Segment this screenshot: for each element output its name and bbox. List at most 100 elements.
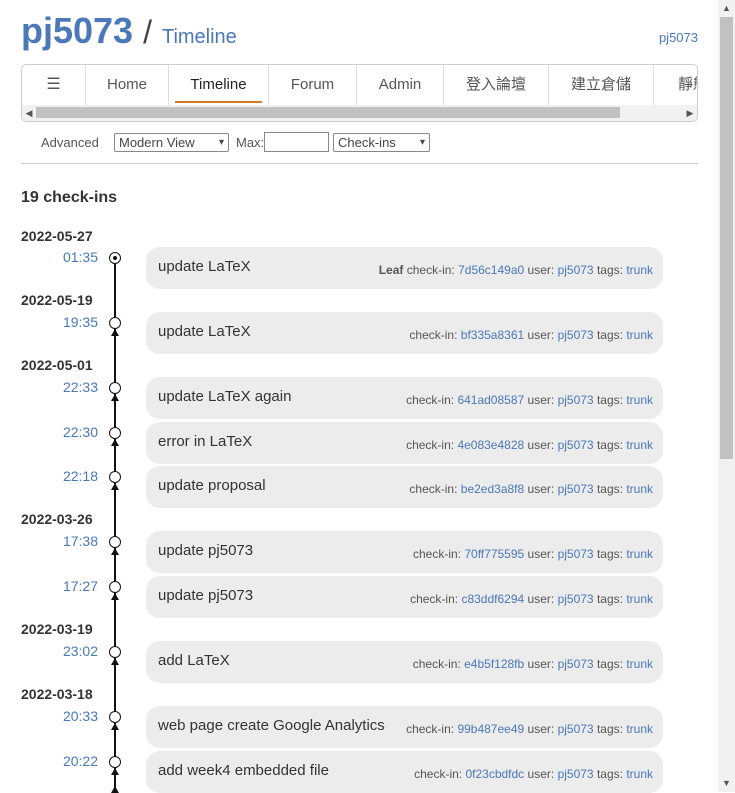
user-link[interactable]: pj5073 bbox=[558, 722, 594, 736]
vertical-scroll-thumb[interactable] bbox=[720, 17, 733, 459]
menu-item-admin[interactable]: Admin bbox=[357, 65, 444, 105]
checkin-time-link[interactable]: 20:33 bbox=[21, 708, 98, 724]
checkin-hash-link[interactable]: be2ed3a8f8 bbox=[461, 482, 524, 496]
menu-horizontal-scrollbar[interactable]: ◀ ▶ bbox=[22, 105, 697, 121]
checkin-message: update LaTeX bbox=[158, 323, 251, 340]
checkin-node-icon[interactable] bbox=[109, 646, 121, 658]
user-link[interactable]: pj5073 bbox=[558, 657, 594, 671]
max-input[interactable] bbox=[264, 132, 329, 152]
main-menu: ☰ Home Timeline Forum Admin 登入論壇 建立倉儲 靜態… bbox=[21, 64, 698, 122]
checkin-time-link[interactable]: 20:22 bbox=[21, 753, 98, 769]
vertical-scrollbar[interactable]: ▲ ▼ bbox=[718, 0, 735, 792]
user-link[interactable]: pj5073 bbox=[558, 263, 594, 277]
checkin-time-link[interactable]: 22:18 bbox=[21, 468, 98, 484]
tags-label: tags: bbox=[596, 722, 623, 736]
tags-label: tags: bbox=[596, 438, 623, 452]
checkin-entry[interactable]: update pj5073 check-in: c83ddf6294 user: … bbox=[146, 576, 663, 618]
scroll-right-icon[interactable]: ▶ bbox=[683, 105, 697, 121]
checkin-time-link[interactable]: 23:02 bbox=[21, 643, 98, 659]
checkin-entry[interactable]: error in LaTeX check-in: 4e083e4828 user:… bbox=[146, 422, 663, 464]
menu-scroll-thumb[interactable] bbox=[36, 107, 620, 118]
scroll-left-icon[interactable]: ◀ bbox=[22, 105, 36, 121]
checkin-meta: check-in: c83ddf6294 user: pj5073 tags: … bbox=[410, 592, 653, 606]
checkin-entry[interactable]: add LaTeX check-in: e4b5f128fb user: pj50… bbox=[146, 641, 663, 683]
checkin-hash-link[interactable]: 4e083e4828 bbox=[457, 438, 524, 452]
menu-item-forum[interactable]: Forum bbox=[269, 65, 357, 105]
checkin-entry[interactable]: add week4 embedded file check-in: 0f23cbd… bbox=[146, 751, 663, 793]
tag-link[interactable]: trunk bbox=[626, 393, 653, 407]
arrow-up-icon bbox=[111, 723, 119, 730]
tag-link[interactable]: trunk bbox=[626, 482, 653, 496]
tags-label: tags: bbox=[596, 767, 623, 781]
checkin-entry[interactable]: update proposal check-in: be2ed3a8f8 user… bbox=[146, 466, 663, 508]
checkin-hash-link[interactable]: 641ad08587 bbox=[457, 393, 524, 407]
checkin-label: check-in: bbox=[406, 438, 455, 452]
arrow-up-icon bbox=[111, 658, 119, 665]
checkin-entry[interactable]: update pj5073 check-in: 70ff775595 user: … bbox=[146, 531, 663, 573]
checkin-time-link[interactable]: 17:27 bbox=[21, 578, 98, 594]
view-style-select[interactable]: Modern View ▾ bbox=[114, 133, 229, 152]
tag-link[interactable]: trunk bbox=[626, 722, 653, 736]
project-name[interactable]: pj5073 bbox=[21, 10, 133, 51]
max-label: Max: bbox=[236, 135, 265, 150]
user-link[interactable]: pj5073 bbox=[558, 767, 594, 781]
type-value: Check-ins bbox=[338, 135, 396, 150]
menu-item-timeline[interactable]: Timeline bbox=[169, 65, 269, 105]
checkin-hash-link[interactable]: 7d56c149a0 bbox=[458, 263, 524, 277]
advanced-link[interactable]: Advanced bbox=[41, 135, 99, 150]
tag-link[interactable]: trunk bbox=[626, 657, 653, 671]
checkin-time-link[interactable]: 22:33 bbox=[21, 379, 98, 395]
checkin-entry[interactable]: update LaTeX Leaf check-in: 7d56c149a0 us… bbox=[146, 247, 663, 289]
menu-item-home[interactable]: Home bbox=[86, 65, 169, 105]
user-link[interactable]: pj5073 bbox=[558, 482, 594, 496]
checkin-entry[interactable]: update LaTeX again check-in: 641ad08587 u… bbox=[146, 377, 663, 419]
checkin-node-icon[interactable] bbox=[109, 427, 121, 439]
checkin-label: check-in: bbox=[409, 482, 458, 496]
checkin-node-icon[interactable] bbox=[109, 471, 121, 483]
menu-item-create-repo[interactable]: 建立倉儲 bbox=[549, 65, 654, 105]
checkin-time-link[interactable]: 19:35 bbox=[21, 314, 98, 330]
checkin-hash-link[interactable]: e4b5f128fb bbox=[464, 657, 524, 671]
leaf-node-icon[interactable] bbox=[109, 252, 121, 264]
checkin-node-icon[interactable] bbox=[109, 382, 121, 394]
login-user-link[interactable]: pj5073 bbox=[659, 30, 698, 45]
scroll-down-icon[interactable]: ▼ bbox=[718, 775, 735, 792]
tag-link[interactable]: trunk bbox=[626, 592, 653, 606]
checkin-time-link[interactable]: 17:38 bbox=[21, 533, 98, 549]
checkin-entry[interactable]: web page create Google Analytics check-in… bbox=[146, 706, 663, 748]
tags-label: tags: bbox=[596, 393, 623, 407]
checkin-meta: check-in: 4e083e4828 user: pj5073 tags: … bbox=[406, 438, 653, 452]
scroll-up-icon[interactable]: ▲ bbox=[718, 0, 735, 17]
tag-link[interactable]: trunk bbox=[626, 767, 653, 781]
checkin-hash-link[interactable]: 99b487ee49 bbox=[457, 722, 524, 736]
tag-link[interactable]: trunk bbox=[626, 438, 653, 452]
user-link[interactable]: pj5073 bbox=[558, 438, 594, 452]
checkin-meta: check-in: 99b487ee49 user: pj5073 tags: … bbox=[406, 722, 653, 736]
checkin-node-icon[interactable] bbox=[109, 756, 121, 768]
checkin-time-link[interactable]: 01:35 bbox=[21, 249, 98, 265]
checkin-hash-link[interactable]: bf335a8361 bbox=[461, 328, 524, 342]
tag-link[interactable]: trunk bbox=[626, 547, 653, 561]
tag-link[interactable]: trunk bbox=[626, 263, 653, 277]
user-link[interactable]: pj5073 bbox=[558, 328, 594, 342]
tag-link[interactable]: trunk bbox=[626, 328, 653, 342]
user-link[interactable]: pj5073 bbox=[558, 547, 594, 561]
user-link[interactable]: pj5073 bbox=[558, 592, 594, 606]
menu-item-static[interactable]: 靜態 bbox=[654, 65, 697, 105]
type-select[interactable]: Check-ins ▾ bbox=[333, 133, 430, 152]
menu-item-forum-login[interactable]: 登入論壇 bbox=[444, 65, 549, 105]
checkin-label: check-in: bbox=[406, 722, 455, 736]
checkin-message: update pj5073 bbox=[158, 587, 254, 604]
checkin-time-link[interactable]: 22:30 bbox=[21, 424, 98, 440]
checkin-hash-link[interactable]: 0f23cbdfdc bbox=[465, 767, 524, 781]
checkin-hash-link[interactable]: c83ddf6294 bbox=[461, 592, 524, 606]
checkin-node-icon[interactable] bbox=[109, 711, 121, 723]
hamburger-icon[interactable]: ☰ bbox=[22, 65, 86, 105]
checkin-node-icon[interactable] bbox=[109, 317, 121, 329]
user-link[interactable]: pj5073 bbox=[558, 393, 594, 407]
tags-label: tags: bbox=[596, 482, 623, 496]
checkin-node-icon[interactable] bbox=[109, 536, 121, 548]
checkin-hash-link[interactable]: 70ff775595 bbox=[464, 547, 524, 561]
checkin-node-icon[interactable] bbox=[109, 581, 121, 593]
checkin-entry[interactable]: update LaTeX check-in: bf335a8361 user: p… bbox=[146, 312, 663, 354]
